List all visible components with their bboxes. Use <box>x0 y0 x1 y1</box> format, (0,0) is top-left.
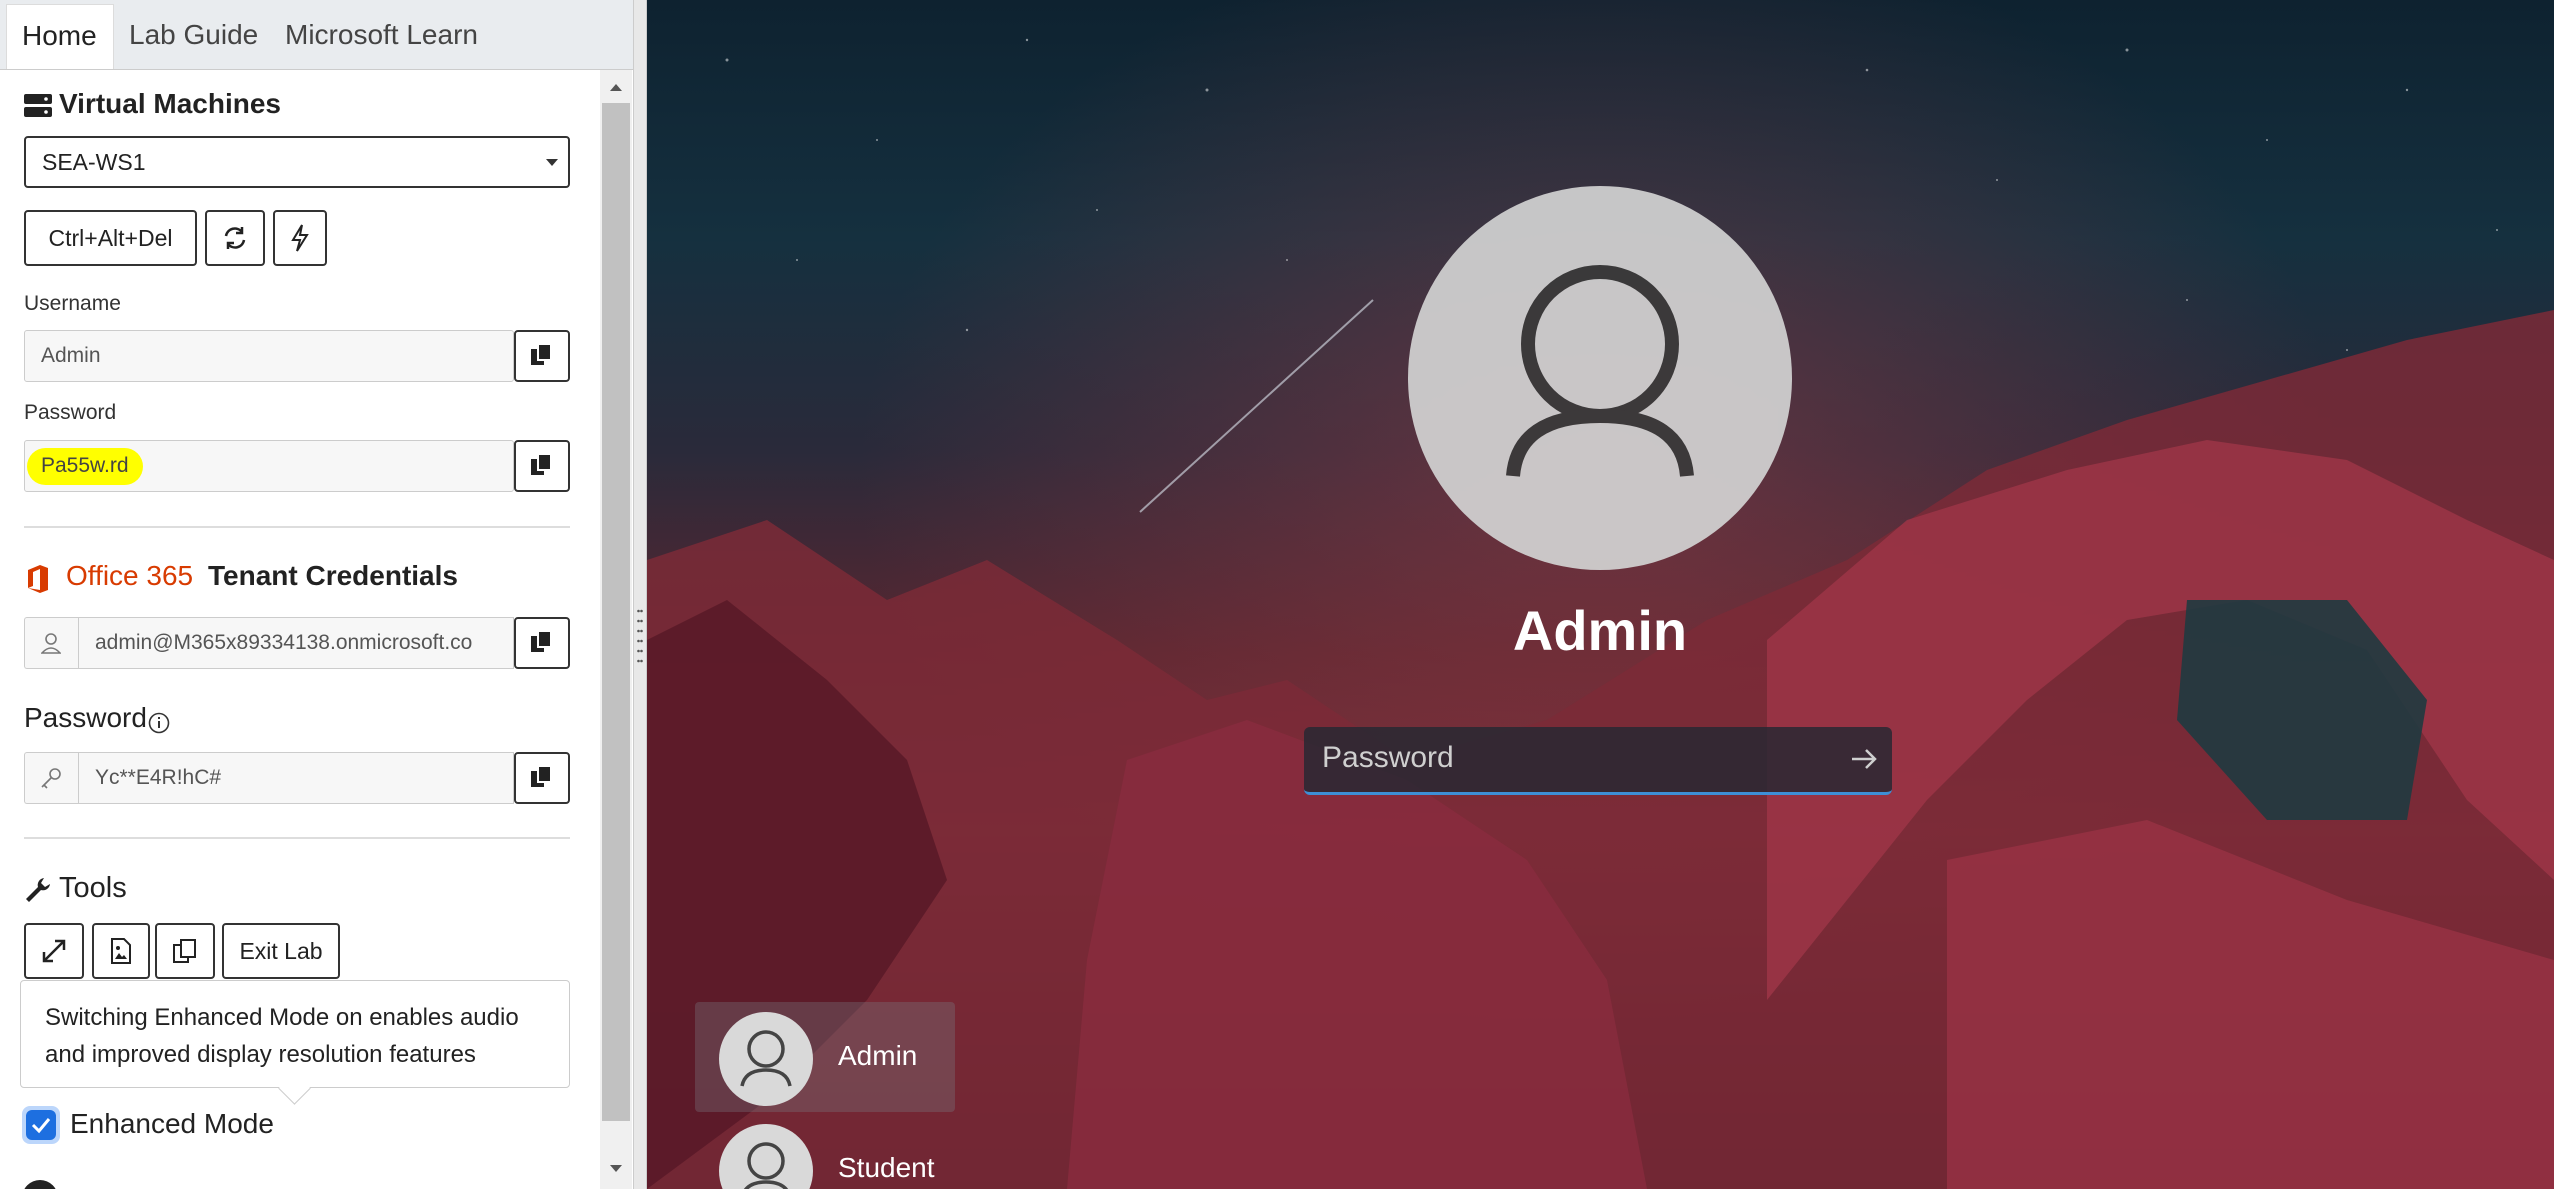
fullscreen-button[interactable] <box>24 923 84 979</box>
scroll-up-icon[interactable] <box>609 82 623 92</box>
enhanced-mode-label: Enhanced Mode <box>70 1108 274 1139</box>
power-button[interactable] <box>273 210 327 266</box>
user-tile-name: Admin <box>838 1040 918 1071</box>
user-tile-student[interactable]: Student <box>695 1114 955 1189</box>
clipboard-button[interactable] <box>155 923 215 979</box>
password-field[interactable]: Pa55w.rd <box>24 440 514 492</box>
refresh-icon <box>224 227 246 249</box>
check-icon <box>31 1118 51 1134</box>
grip-icon <box>637 609 643 663</box>
tenant-title: Tenant Credentials <box>208 560 458 591</box>
tenant-username-field[interactable]: admin@M365x89334138.onmicrosoft.co <box>78 617 514 669</box>
divider <box>24 837 570 839</box>
office-logo-icon <box>28 565 48 593</box>
user-icon <box>740 1030 792 1087</box>
tenant-password-field[interactable]: Yc**E4R!hC# <box>78 752 514 804</box>
exit-lab-button[interactable]: Exit Lab <box>222 923 340 979</box>
vm-password-placeholder: Password <box>1322 741 1454 774</box>
copy-icon <box>531 343 552 365</box>
tab-microsoft-learn[interactable]: Microsoft Learn <box>270 4 493 69</box>
tooltip-arrow <box>278 1072 311 1105</box>
divider <box>24 526 570 528</box>
password-label: Password <box>24 401 117 424</box>
scrollbar[interactable] <box>600 70 632 1189</box>
tab-home[interactable]: Home <box>6 4 114 69</box>
username-field[interactable]: Admin <box>24 330 514 382</box>
user-avatar <box>1408 186 1792 570</box>
user-icon <box>743 1142 789 1189</box>
expand-icon <box>42 939 66 963</box>
scrollbar-thumb[interactable] <box>602 103 630 1121</box>
server-icon <box>24 94 52 117</box>
copy-username-button[interactable] <box>514 330 570 382</box>
lab-info-icon <box>22 1180 58 1189</box>
vm-select-value: SEA-WS1 <box>42 149 146 175</box>
office-brand-label: Office 365 <box>66 560 194 591</box>
password-highlight: Pa55w.rd <box>27 448 143 485</box>
info-icon[interactable] <box>148 712 170 734</box>
file-image-icon <box>111 938 131 964</box>
tooltip-text: Switching Enhanced Mode on enables audio… <box>45 1004 519 1068</box>
copy-icon <box>531 765 552 787</box>
left-panel: Home Lab Guide Microsoft Learn Virtual M… <box>0 0 633 1189</box>
panel-resize-handle[interactable] <box>633 0 647 1189</box>
chevron-down-icon <box>546 159 558 166</box>
vm-lock-screen[interactable]: Admin Password Admin Student <box>647 0 2554 1189</box>
vm-title: Virtual Machines <box>59 88 282 119</box>
lightning-icon <box>291 224 309 252</box>
copy-password-button[interactable] <box>514 440 570 492</box>
copy-icon <box>531 630 552 652</box>
refresh-button[interactable] <box>205 210 265 266</box>
copy-tenant-password-button[interactable] <box>514 752 570 804</box>
wrench-icon <box>26 878 50 902</box>
user-tile-admin[interactable]: Admin <box>695 1002 955 1112</box>
avatar <box>719 1012 813 1106</box>
clipboard-icon <box>173 939 196 963</box>
username-label: Username <box>24 292 121 315</box>
screenshot-button[interactable] <box>92 923 150 979</box>
vm-password-input[interactable]: Password <box>1304 727 1892 795</box>
user-icon <box>40 633 62 654</box>
key-icon <box>41 768 61 789</box>
user-prefix <box>24 617 78 669</box>
tenant-password-label: Password <box>24 702 147 733</box>
vm-select[interactable]: SEA-WS1 <box>24 136 570 188</box>
ctrl-alt-del-button[interactable]: Ctrl+Alt+Del <box>24 210 197 266</box>
lock-screen-username: Admin <box>1512 599 1688 662</box>
user-silhouette-icon <box>1506 265 1694 477</box>
arrow-right-icon[interactable] <box>1850 747 1878 771</box>
copy-tenant-username-button[interactable] <box>514 617 570 669</box>
tab-lab-guide[interactable]: Lab Guide <box>114 4 273 69</box>
avatar <box>719 1124 813 1189</box>
tab-bar: Home Lab Guide Microsoft Learn <box>0 0 633 70</box>
user-tile-name: Student <box>838 1152 935 1183</box>
tools-title: Tools <box>59 872 127 904</box>
enhanced-mode-checkbox[interactable] <box>26 1110 56 1140</box>
key-prefix <box>24 752 78 804</box>
scroll-down-icon[interactable] <box>609 1164 623 1174</box>
enhanced-mode-tooltip: Switching Enhanced Mode on enables audio… <box>20 980 570 1105</box>
copy-icon <box>531 453 552 475</box>
